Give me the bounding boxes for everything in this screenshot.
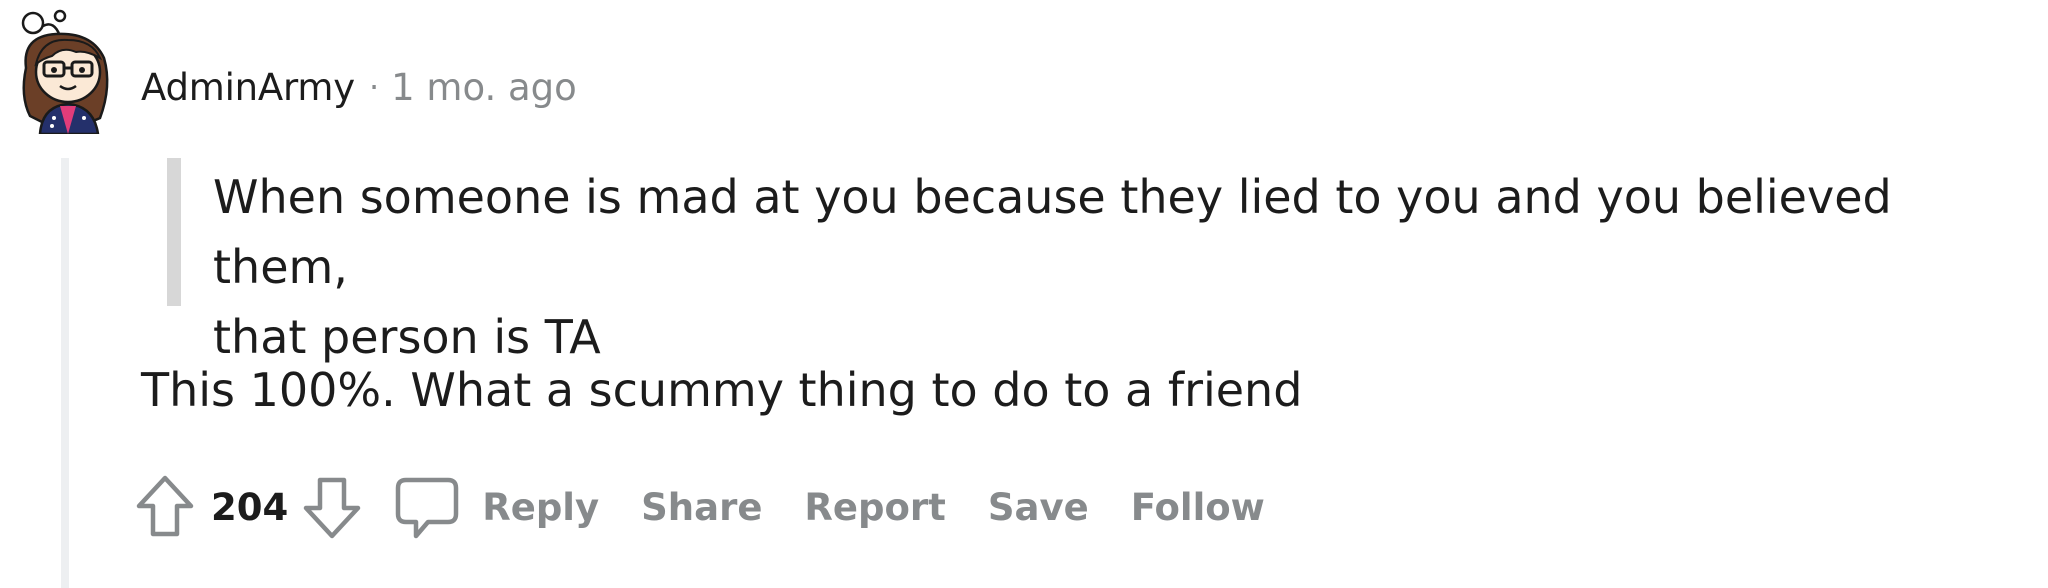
snoo-avatar-icon bbox=[21, 9, 109, 136]
comment-header: AdminArmy · 1 mo. ago bbox=[141, 62, 577, 112]
comment-body: This 100%. What a scummy thing to do to … bbox=[141, 363, 1303, 417]
upvote-arrow-icon bbox=[136, 475, 194, 537]
downvote-button[interactable] bbox=[300, 472, 364, 542]
reply-button[interactable]: Reply bbox=[394, 472, 599, 542]
vote-score: 204 bbox=[211, 485, 289, 529]
author-username[interactable]: AdminArmy bbox=[141, 66, 355, 109]
save-button[interactable]: Save bbox=[988, 486, 1089, 529]
comment-timestamp[interactable]: 1 mo. ago bbox=[391, 66, 577, 109]
quote-text: When someone is mad at you because they … bbox=[213, 170, 1892, 364]
share-button[interactable]: Share bbox=[641, 486, 762, 529]
upvote-button[interactable] bbox=[133, 472, 197, 542]
follow-button[interactable]: Follow bbox=[1131, 486, 1265, 529]
comment-bubble-icon bbox=[395, 477, 459, 539]
thread-line[interactable] bbox=[61, 158, 69, 588]
blockquote: When someone is mad at you because they … bbox=[167, 158, 2027, 364]
report-button[interactable]: Report bbox=[804, 486, 945, 529]
downvote-arrow-icon bbox=[303, 477, 361, 539]
avatar[interactable] bbox=[16, 6, 124, 136]
reply-label: Reply bbox=[482, 485, 600, 529]
comment-action-bar: 204 Reply Share Report Save Follow bbox=[133, 472, 1265, 542]
meta-separator: · bbox=[368, 68, 380, 106]
